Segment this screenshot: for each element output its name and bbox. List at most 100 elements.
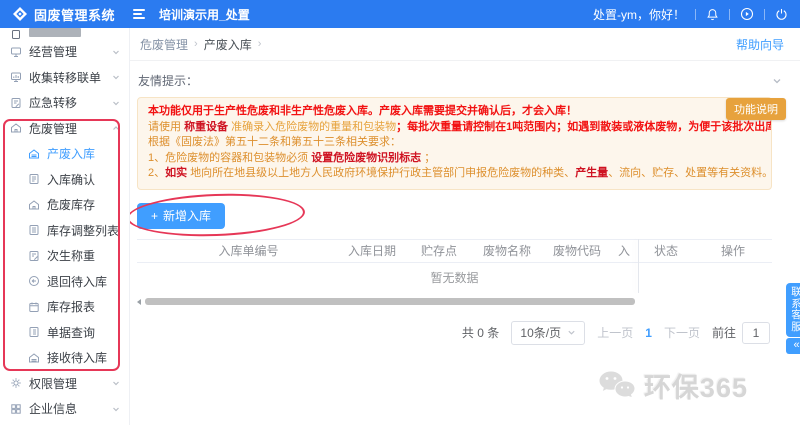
chevron-down-icon [112, 379, 120, 387]
tips-line-1: 本功能仅用于生产性危废和非生产性危废入库。产废入库需要提交并确认后，才会入库！ [148, 105, 577, 117]
divider [729, 8, 730, 20]
breadcrumb-separator: › [257, 38, 262, 50]
sidebar-item-label: 危废管理 [29, 121, 78, 136]
breadcrumb: 危废管理 › 产废入库 › 帮助向导 [130, 28, 800, 61]
table-empty-row: 暂无数据 [137, 263, 772, 293]
plus-icon: + [151, 208, 159, 223]
page-size-select[interactable]: 10条/页 [511, 320, 586, 345]
sidebar-item-label: 入库确认 [47, 172, 96, 187]
active-workspace-tab[interactable]: 培训演示用_处置 [159, 6, 250, 23]
sidebar-item-label: 企业信息 [29, 402, 78, 417]
sidebar-item-waste-inbound[interactable]: 产废入库 [0, 141, 129, 167]
table-header[interactable]: 贮存点 [408, 242, 470, 259]
next-page-button[interactable]: 下一页 [664, 324, 700, 341]
sidebar-item-return-pending[interactable]: 退回待入库 [0, 269, 129, 295]
chevron-down-icon [112, 48, 120, 56]
sidebar-item-label: 产废入库 [47, 147, 96, 162]
clipped-label [29, 28, 81, 37]
chevron-down-icon [112, 73, 120, 81]
goto-page: 前往 [711, 321, 770, 344]
add-inbound-button[interactable]: + 新增入库 [137, 202, 226, 229]
sidebar-item-hazwaste-stock[interactable]: 危废库存 [0, 192, 129, 218]
sidebar-item-label: 接收待入库 [47, 351, 108, 366]
prev-page-button[interactable]: 上一页 [597, 324, 633, 341]
chevron-up-icon [112, 124, 120, 132]
breadcrumb-item-current[interactable]: 产废入库 [204, 36, 252, 53]
topbar: 固废管理系统 培训演示用_处置 处置-ym，你好！ [0, 0, 800, 28]
sidebar-item-label: 应急转移 [29, 96, 78, 111]
sidebar-item-partial[interactable] [0, 28, 129, 39]
fixed-column-divider [638, 238, 639, 293]
collapse-chevron-icon[interactable] [772, 76, 782, 86]
sidebar-item-receive-pending[interactable]: 接收待入库 [0, 345, 129, 371]
page-number-1[interactable]: 1 [645, 326, 652, 340]
sidebar-item-hazwaste-mgmt[interactable]: 危废管理 [0, 116, 129, 142]
power-logout-icon[interactable] [775, 8, 788, 21]
tips-line-3: 根据《固废法》第五十二条和第五十三条相关要求： [148, 136, 401, 148]
page-size-value: 10条/页 [520, 326, 562, 340]
sidebar-item-secondary-weighing[interactable]: 次生称重 [0, 243, 129, 269]
help-wizard-link[interactable]: 帮助向导 [736, 36, 784, 53]
breadcrumb-separator: › [194, 38, 198, 50]
goto-label: 前往 [711, 326, 736, 340]
hamburger-menu-icon[interactable] [133, 9, 146, 19]
main-content: 危废管理 › 产废入库 › 帮助向导 友情提示： 本功能仅用于生产性危废和非生产… [130, 28, 800, 425]
sidebar-item-collection-manifest[interactable]: 收集转移联单 [0, 65, 129, 91]
sidebar-item-permission-mgmt[interactable]: 权限管理 [0, 371, 129, 397]
tips-title: 友情提示： [138, 74, 199, 88]
sidebar-item-label: 次生称重 [47, 249, 96, 264]
contact-service-button[interactable]: 联系客服 [786, 283, 800, 337]
sidebar-item-inbound-confirm[interactable]: 入库确认 [0, 167, 129, 193]
chevron-down-icon [112, 405, 120, 413]
user-greeting[interactable]: 处置-ym，你好！ [593, 6, 685, 23]
collapse-contact-button[interactable]: « [786, 338, 800, 354]
sidebar-nav: 经营管理 收集转移联单 应急转移 危废管理 产废入库 入库确认 危废库存 库存调… [0, 28, 130, 425]
sidebar-item-label: 经营管理 [29, 45, 78, 60]
watermark-chat-icon [597, 369, 637, 403]
table-header[interactable]: 废物名称 [470, 242, 544, 259]
horizontal-scrollbar [137, 297, 772, 305]
sidebar-item-enterprise-info[interactable]: 企业信息 [0, 396, 129, 422]
bell-icon[interactable] [706, 8, 719, 21]
sidebar-item-emergency-transfer[interactable]: 应急转移 [0, 90, 129, 116]
empty-data-text: 暂无数据 [430, 271, 479, 285]
sidebar-item-stock-adjust-list[interactable]: 库存调整列表 [0, 218, 129, 244]
table-header-truncated[interactable]: 入 [610, 242, 638, 259]
tips-line-4: 1、危险废物的容器和包装物必须 设置危险废物识别标志 ； [148, 151, 436, 164]
divider [695, 8, 696, 20]
tips-warning-box: 本功能仅用于生产性危废和非生产性危废入库。产废入库需要提交并确认后，才会入库！ … [137, 97, 772, 190]
sidebar-item-label: 库存调整列表 [47, 223, 120, 238]
divider [764, 8, 765, 20]
sidebar-item-document-query[interactable]: 单据查询 [0, 320, 129, 346]
video-play-icon[interactable] [740, 7, 754, 21]
sidebar-item-label: 收集转移联单 [29, 70, 102, 85]
function-description-badge[interactable]: 功能说明 [726, 98, 786, 120]
table-header[interactable]: 操作 [694, 242, 772, 259]
table-header[interactable]: 废物代码 [544, 242, 610, 259]
table-header[interactable]: 状态 [638, 242, 694, 259]
sidebar-item-stock-report[interactable]: 库存报表 [0, 294, 129, 320]
goto-page-input[interactable] [742, 321, 770, 344]
tips-header: 友情提示： [130, 61, 800, 94]
app-title: 固废管理系统 [34, 7, 116, 23]
tips-line-5: 2、如实 地向所在地县级以上地方人民政府环境保护行政主管部门申报危险废物的种类、… [148, 167, 772, 179]
toolbar: + 新增入库 [130, 190, 800, 239]
sidebar-item-business-mgmt[interactable]: 经营管理 [0, 39, 129, 65]
logo-diamond-icon [12, 6, 28, 22]
tips-line-2: 请使用 称重设备 准确录入危险废物的重量和包装物；每批次重量请控制在1吨范围内；… [148, 120, 771, 133]
pagination: 共 0 条 10条/页 上一页 1 下一页 前往 [130, 320, 770, 345]
table-header[interactable]: 入库单编号 [161, 242, 336, 259]
app-logo[interactable]: 固废管理系统 [12, 5, 115, 24]
sidebar-item-label: 退回待入库 [47, 274, 108, 289]
sidebar-item-label: 单据查询 [47, 325, 96, 340]
sidebar-item-label: 危废库存 [47, 198, 96, 213]
scrollbar-thumb[interactable] [145, 297, 635, 305]
inbound-table: 入库单编号 入库日期 贮存点 废物名称 废物代码 入 状态 操作 暂无数据 [137, 238, 772, 293]
breadcrumb-item[interactable]: 危废管理 [140, 36, 188, 53]
table-header[interactable]: 入库日期 [336, 242, 408, 259]
watermark-text: 环保365 [643, 373, 748, 403]
add-inbound-label: 新增入库 [163, 209, 212, 223]
sidebar-item-label: 权限管理 [29, 376, 78, 391]
sidebar-item-label: 库存报表 [47, 300, 96, 315]
scrollbar-left-arrow-icon[interactable] [137, 298, 141, 305]
